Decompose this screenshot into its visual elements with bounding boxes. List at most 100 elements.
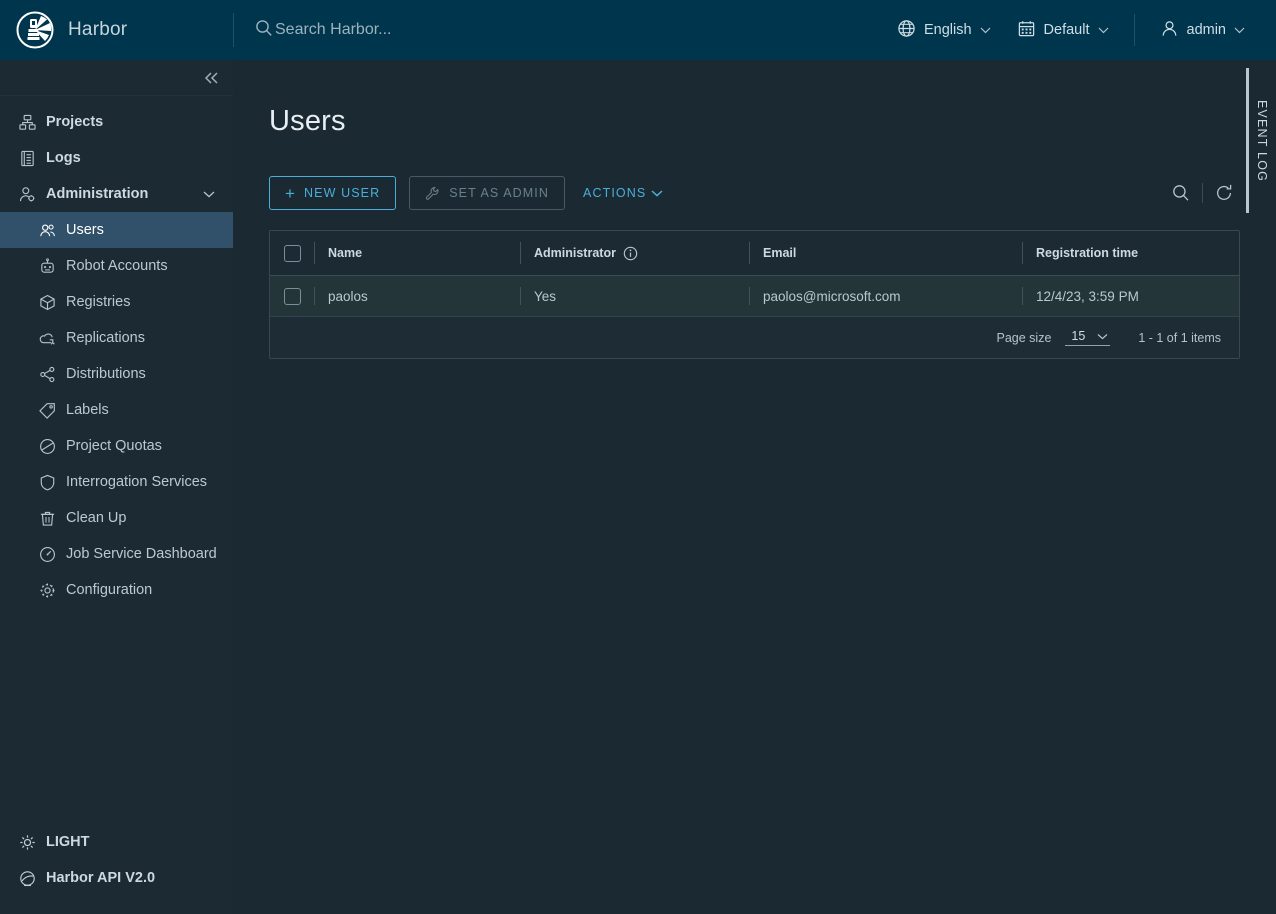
chevron-down-icon	[1097, 333, 1108, 340]
shield-icon	[38, 473, 56, 491]
share-nodes-icon	[38, 365, 56, 383]
sidebar-item-label: Robot Accounts	[66, 258, 168, 274]
logs-icon	[18, 149, 36, 167]
tag-icon	[38, 401, 56, 419]
sidebar-item-registries[interactable]: Registries	[0, 284, 233, 320]
item-range-label: 1 - 1 of 1 items	[1138, 330, 1221, 345]
chevron-down-icon	[1234, 22, 1245, 38]
brand[interactable]: Harbor	[0, 0, 233, 60]
header-right-controls: English Default admin	[884, 0, 1276, 60]
sidebar-item-label: Users	[66, 222, 104, 238]
page-size-label: Page size	[996, 330, 1052, 345]
sidebar-header	[0, 60, 233, 96]
harbor-api-label: Harbor API V2.0	[46, 870, 156, 886]
sidebar-bottom: LIGHT Harbor API V2.0	[0, 824, 233, 914]
user-menu[interactable]: admin	[1147, 0, 1259, 60]
main-content: Users + New User Set as Admin Actions	[233, 60, 1276, 914]
users-datagrid: Name Administrator Email Registration ti…	[269, 230, 1240, 359]
toolbar-divider	[1202, 183, 1203, 203]
sidebar-item-label: Administration	[46, 186, 149, 202]
sidebar-item-label: Clean Up	[66, 510, 127, 526]
sidebar-item-project-quotas[interactable]: Project Quotas	[0, 428, 233, 464]
sidebar-item-labels[interactable]: Labels	[0, 392, 233, 428]
calendar-icon	[1017, 19, 1036, 42]
sidebar-item-configuration[interactable]: Configuration	[0, 572, 233, 608]
new-user-label: New User	[304, 186, 381, 200]
select-all-checkbox[interactable]	[283, 244, 301, 262]
column-header-email[interactable]: Email	[749, 231, 1022, 275]
cell-value: paolos	[328, 288, 368, 304]
column-header-registration-time[interactable]: Registration time	[1022, 231, 1239, 275]
sidebar-item-job-service-dashboard[interactable]: Job Service Dashboard	[0, 536, 233, 572]
sun-icon	[18, 833, 36, 851]
trash-icon	[38, 509, 56, 527]
double-chevron-left-icon[interactable]	[203, 71, 221, 85]
datagrid-header-row: Name Administrator Email Registration ti…	[270, 231, 1239, 276]
toolbar-right-icons	[1165, 177, 1240, 209]
row-checkbox[interactable]	[283, 287, 301, 305]
language-selector[interactable]: English	[884, 0, 1004, 60]
user-icon	[1160, 19, 1179, 42]
sidebar-item-label: Logs	[46, 150, 81, 166]
column-header-administrator[interactable]: Administrator	[520, 231, 749, 275]
cell-value: Yes	[534, 288, 557, 304]
projects-icon	[18, 113, 36, 131]
theme-toggle-light[interactable]: LIGHT	[0, 824, 233, 860]
refresh-icon[interactable]	[1208, 177, 1240, 209]
search-icon	[254, 18, 274, 43]
set-as-admin-label: Set as Admin	[449, 186, 550, 200]
sidebar-item-label: Configuration	[66, 582, 153, 598]
sidebar-item-administration[interactable]: Administration	[0, 176, 233, 212]
sidebar: Projects Logs Administration Users Robot…	[0, 60, 233, 914]
project-label: Default	[1043, 22, 1090, 38]
project-selector[interactable]: Default	[1004, 0, 1122, 60]
chevron-down-icon	[980, 22, 991, 38]
wrench-icon	[425, 186, 440, 201]
column-header-name[interactable]: Name	[314, 231, 520, 275]
event-log-label: EVENT LOG	[1255, 99, 1270, 182]
sidebar-nav: Projects Logs Administration Users Robot…	[0, 96, 233, 824]
sidebar-item-users[interactable]: Users	[0, 212, 233, 248]
set-as-admin-button[interactable]: Set as Admin	[409, 176, 566, 210]
administration-icon	[18, 185, 36, 203]
event-log-tab[interactable]: EVENT LOG	[1246, 68, 1276, 213]
harbor-api-link[interactable]: Harbor API V2.0	[0, 860, 233, 896]
chevron-down-icon	[651, 189, 663, 197]
chevron-down-icon[interactable]	[203, 190, 215, 198]
page-size-select[interactable]: 15	[1065, 329, 1111, 346]
search-placeholder: Search Harbor...	[275, 21, 392, 38]
info-icon[interactable]	[623, 246, 638, 261]
sidebar-item-label: Labels	[66, 402, 109, 418]
actions-label: Actions	[583, 186, 647, 200]
globe-icon	[897, 19, 916, 42]
table-row[interactable]: paolos Yes paolos@microsoft.com 12/4/23,…	[270, 276, 1239, 317]
search-input[interactable]: Search Harbor...	[234, 0, 884, 60]
user-label: admin	[1186, 22, 1227, 38]
brand-title: Harbor	[68, 19, 128, 40]
sidebar-item-interrogation-services[interactable]: Interrogation Services	[0, 464, 233, 500]
app-header: Harbor Search Harbor... English Default …	[0, 0, 1276, 60]
new-user-button[interactable]: + New User	[269, 176, 397, 210]
sidebar-item-projects[interactable]: Projects	[0, 104, 233, 140]
page-title: Users	[269, 105, 346, 137]
robot-icon	[38, 257, 56, 275]
sidebar-item-replications[interactable]: Replications	[0, 320, 233, 356]
sidebar-item-logs[interactable]: Logs	[0, 140, 233, 176]
sidebar-item-label: Projects	[46, 114, 104, 130]
harbor-lighthouse-logo-icon	[16, 11, 54, 49]
sidebar-item-label: Interrogation Services	[66, 474, 208, 490]
replication-cloud-icon	[38, 329, 56, 347]
search-icon[interactable]	[1165, 177, 1197, 209]
pie-chart-icon	[38, 437, 56, 455]
plus-icon: +	[285, 183, 297, 203]
cell-registration-time: 12/4/23, 3:59 PM	[1022, 276, 1239, 316]
actions-dropdown[interactable]: Actions	[583, 186, 663, 200]
sidebar-item-label: Job Service Dashboard	[66, 546, 217, 562]
sidebar-item-label: Registries	[66, 294, 131, 310]
sidebar-item-clean-up[interactable]: Clean Up	[0, 500, 233, 536]
select-all-cell	[270, 231, 314, 275]
sidebar-item-robot-accounts[interactable]: Robot Accounts	[0, 248, 233, 284]
sidebar-item-label: Distributions	[66, 366, 146, 382]
column-label: Name	[328, 246, 363, 260]
sidebar-item-distributions[interactable]: Distributions	[0, 356, 233, 392]
